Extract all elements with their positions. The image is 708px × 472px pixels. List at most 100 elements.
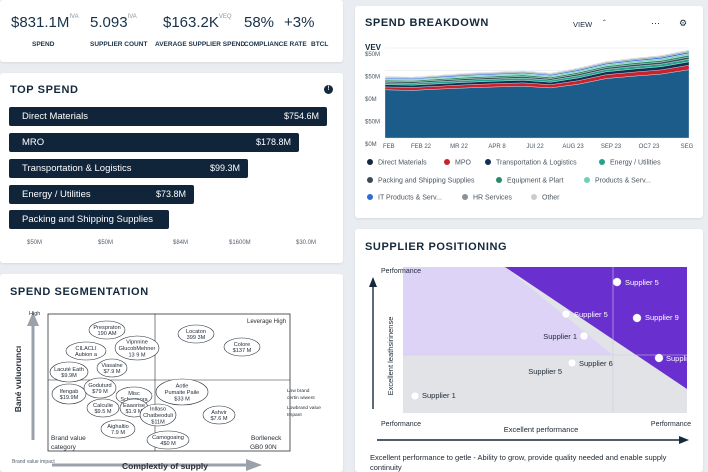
- bar-transportation[interactable]: Transportation & Logistics $99.3M: [9, 159, 248, 178]
- bubble-label: Inllaso: [150, 407, 166, 413]
- bubble-label: $19.9M: [60, 395, 79, 401]
- supplier-label: Supplier 5: [528, 367, 562, 376]
- legend-item[interactable]: Transportation & Logistics: [485, 159, 577, 167]
- info-icon[interactable]: !: [324, 85, 333, 94]
- bubble-label: Aotle: [176, 384, 189, 390]
- card-title: SPEND BREAKDOWN: [365, 17, 489, 29]
- x-tick: OC7 23: [639, 144, 660, 150]
- bubble-label: Misc: [128, 391, 140, 397]
- bubble-label: $137 M: [233, 348, 252, 354]
- supplier-label: Supplier 9: [645, 313, 679, 322]
- supplier-point[interactable]: [561, 309, 571, 319]
- kpi-label: COMPLIANCE RATE: [244, 41, 307, 48]
- bar-packing[interactable]: Packing and Shipping Supplies: [9, 210, 169, 229]
- supplier-point[interactable]: [579, 331, 589, 341]
- bubble-label: $7.6 M: [210, 416, 227, 422]
- x-right-label: Performance: [651, 421, 691, 428]
- y-ticks: $50M $50M $0M $50M $0M: [365, 52, 380, 148]
- kpi-value: +3%: [284, 14, 315, 31]
- view-dropdown[interactable]: VIEW: [573, 20, 592, 29]
- kpi-suffix: VEQ: [218, 14, 232, 20]
- supplier-point[interactable]: [654, 353, 664, 363]
- legend-label: Packing and Shipping Supplies: [378, 177, 475, 185]
- supplier-point[interactable]: [567, 358, 577, 368]
- supplier-label: Supplier 6: [579, 359, 613, 368]
- x-tick: JUI 22: [526, 144, 544, 150]
- quadrant-label: category: [51, 444, 77, 451]
- legend-label: Equipment & Plart: [507, 177, 564, 185]
- bubble-label: $7.9 M: [103, 369, 120, 375]
- x-note: Brand value impact: [12, 459, 55, 465]
- bar-label: Energy / Utilities: [22, 189, 91, 200]
- bar-value: $754.6M: [283, 111, 319, 121]
- y-axis-label: Bané vuluoruncı: [13, 346, 23, 413]
- y-tick: $0M: [365, 97, 377, 103]
- bubble-label: Aubion a: [75, 352, 98, 358]
- supplier-label: Supplier 5: [574, 310, 608, 319]
- bubble-label: Eaaorise: [123, 403, 145, 409]
- bar-label: MRO: [22, 137, 45, 148]
- side-note: Impant: [287, 412, 302, 418]
- legend-label: Other: [542, 194, 560, 202]
- kpi-value: 5.093: [90, 14, 128, 31]
- x-axis-arrow: [246, 459, 262, 471]
- side-note: Lowbrand value: [287, 405, 321, 411]
- bar-mro[interactable]: MRO $178.8M: [9, 133, 299, 152]
- side-note: Low brand: [287, 388, 310, 394]
- kpi-value: $831.1M: [11, 14, 70, 31]
- bubble-label: $79 M: [92, 389, 108, 395]
- kpi-supplier-count: 5.093IVA: [90, 14, 137, 32]
- legend-item[interactable]: Products & Serv...: [584, 177, 651, 185]
- y-top-label: High: [29, 311, 40, 317]
- x-left-label: Performance: [381, 421, 421, 428]
- legend-item[interactable]: IT Products & Serv...: [367, 194, 442, 202]
- x-center-label: Excellent performance: [504, 425, 579, 434]
- legend-label: Direct Materials: [378, 159, 427, 167]
- legend-item[interactable]: HR Services: [462, 194, 512, 202]
- positioning-note: Excellent performance to getle - Ability…: [370, 453, 667, 472]
- legend-item[interactable]: Direct Materials: [367, 159, 427, 167]
- legend-item[interactable]: Equipment & Plart: [496, 177, 563, 185]
- top-spend-card: TOP SPEND ! Direct Materials $754.6M MRO…: [0, 73, 343, 263]
- supplier-label: Supplier 6: [666, 354, 700, 363]
- x-tick: $50M: [98, 240, 114, 246]
- y-tick: $50M: [365, 75, 380, 81]
- supplier-point[interactable]: [410, 391, 420, 401]
- bar-value: $178.8M: [255, 137, 291, 147]
- bar-label: Direct Materials: [22, 111, 88, 122]
- kpi-label: SPEND: [32, 41, 55, 48]
- y-tick: $50M: [365, 52, 380, 58]
- spend-breakdown-card: SPEND BREAKDOWN VIEW ˆ ⋯ ⚙ VEV $50M $50M $…: [355, 6, 703, 218]
- legend-item[interactable]: MPO: [444, 159, 471, 167]
- bubble-label: Ifengab: [60, 389, 79, 395]
- kpi-value: $163.2K: [163, 14, 219, 31]
- kpi-suffix: IVA: [127, 14, 137, 20]
- bubble-label: Vipnnine: [126, 340, 148, 346]
- bubble-label: Aighaltio: [107, 424, 128, 430]
- bar-label: Transportation & Logistics: [22, 163, 132, 174]
- supplier-point[interactable]: [632, 313, 642, 323]
- kpi-label: AVERAGE SUPPLIER SPEND: [155, 41, 246, 48]
- bubble-label: $11M: [151, 419, 165, 425]
- bubble-label: Lacuté Eath: [54, 367, 84, 373]
- supplier-label: Supplier 5: [625, 278, 659, 287]
- legend-label: HR Services: [473, 194, 512, 202]
- card-title: TOP SPEND: [10, 84, 79, 96]
- bar-value: $99.3M: [209, 163, 240, 173]
- supplier-point[interactable]: [612, 277, 622, 287]
- kpi-label: SUPPLIER COUNT: [90, 41, 148, 48]
- bubble-label: Calculie: [93, 403, 113, 409]
- x-tick: SEG: [681, 144, 694, 150]
- settings-icon[interactable]: ⚙: [679, 18, 687, 29]
- chevron-up-icon[interactable]: ˆ: [603, 19, 606, 28]
- kpi-suffix: IVA: [69, 14, 79, 20]
- legend-item[interactable]: Other: [531, 194, 560, 202]
- kpi-card: $831.1MIVA SPEND 5.093IVA SUPPLIER COUNT…: [0, 0, 343, 62]
- bar-direct-materials[interactable]: Direct Materials $754.6M: [9, 107, 327, 126]
- more-icon[interactable]: ⋯: [651, 18, 660, 29]
- legend-item[interactable]: Packing and Shipping Supplies: [367, 177, 475, 185]
- supplier-label: Supplier 1: [543, 332, 577, 341]
- y-axis-label: VEV: [365, 43, 382, 52]
- legend-item[interactable]: Energy / Utilities: [599, 159, 661, 167]
- bar-energy[interactable]: Energy / Utilities $73.8M: [9, 185, 194, 204]
